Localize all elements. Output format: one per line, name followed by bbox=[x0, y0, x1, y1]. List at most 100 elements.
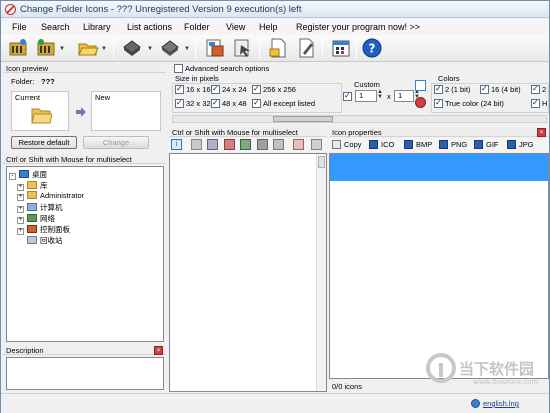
disk-icon bbox=[369, 140, 378, 149]
custom-size-checkbox[interactable] bbox=[343, 91, 354, 101]
size-32-checkbox[interactable]: 32 x 32 bbox=[175, 98, 211, 108]
tree-item[interactable]: 回收站 bbox=[27, 235, 63, 246]
selected-icon-row[interactable] bbox=[330, 154, 548, 181]
remove-icon[interactable] bbox=[224, 139, 235, 150]
info-icon[interactable]: i bbox=[171, 139, 182, 150]
drive-icon[interactable] bbox=[121, 37, 143, 59]
save-png-button[interactable]: PNG bbox=[439, 140, 467, 149]
clear-icon[interactable] bbox=[293, 139, 304, 150]
expand-icon[interactable]: + bbox=[17, 184, 24, 191]
current-label: Current bbox=[15, 93, 41, 102]
size-24-checkbox[interactable]: 24 x 24 bbox=[211, 84, 247, 94]
chevron-down-icon[interactable]: ▼ bbox=[59, 46, 65, 52]
restore-default-button[interactable]: Restore default bbox=[11, 136, 77, 149]
advanced-search-checkbox[interactable]: Advanced search options bbox=[174, 64, 269, 73]
move-down-icon[interactable] bbox=[240, 139, 251, 150]
tree-item[interactable]: + 库 bbox=[17, 180, 48, 191]
globe-icon bbox=[471, 399, 480, 408]
high-color-checkbox[interactable]: H bbox=[531, 98, 547, 108]
color-256-checkbox[interactable]: 2 bbox=[531, 84, 546, 94]
recycle-bin-icon bbox=[27, 236, 37, 244]
close-icon[interactable]: × bbox=[537, 128, 546, 137]
menu-help[interactable]: Help bbox=[259, 22, 278, 32]
disk-icon bbox=[404, 140, 413, 149]
computer-icon bbox=[27, 203, 37, 211]
scan-folders-icon[interactable] bbox=[7, 37, 29, 59]
drive-options-icon[interactable] bbox=[159, 37, 181, 59]
edit-icon[interactable] bbox=[295, 37, 317, 59]
save-gif-button[interactable]: GIF bbox=[474, 140, 499, 149]
color-16-checkbox[interactable]: 16 (4 bit) bbox=[480, 84, 521, 94]
horizontal-scrollbar[interactable] bbox=[172, 115, 547, 123]
menu-list-actions[interactable]: List actions bbox=[127, 22, 172, 32]
chevron-down-icon[interactable]: ▼ bbox=[184, 46, 190, 52]
library-icon bbox=[27, 181, 37, 189]
chevron-down-icon[interactable]: ▼ bbox=[101, 46, 107, 52]
new-document-icon[interactable] bbox=[267, 37, 289, 59]
chevron-down-icon[interactable]: ▼ bbox=[147, 46, 153, 52]
remove-all-icon[interactable] bbox=[311, 139, 322, 150]
scrollbar-thumb[interactable] bbox=[318, 156, 325, 168]
language-link[interactable]: english.lng bbox=[483, 399, 519, 408]
color-2-checkbox[interactable]: 2 (1 bit) bbox=[434, 84, 470, 94]
menu-view[interactable]: View bbox=[226, 22, 245, 32]
disk-icon bbox=[507, 140, 516, 149]
scrollbar-thumb[interactable] bbox=[273, 116, 333, 122]
menu-folder[interactable]: Folder bbox=[184, 22, 210, 32]
sort-icon[interactable] bbox=[257, 139, 268, 150]
description-header: Description bbox=[3, 345, 166, 355]
change-button[interactable]: Change bbox=[83, 136, 149, 149]
menu-search[interactable]: Search bbox=[41, 22, 70, 32]
menu-file[interactable]: File bbox=[12, 22, 27, 32]
custom-width-spinner[interactable]: 1 bbox=[355, 90, 377, 102]
size-256-checkbox[interactable]: 256 x 256 bbox=[252, 84, 296, 94]
expand-icon[interactable]: + bbox=[17, 228, 24, 235]
tree-item[interactable]: + Administrator bbox=[17, 191, 84, 201]
tree-item[interactable]: + 网络 bbox=[17, 213, 55, 224]
colors-label: Colors bbox=[438, 74, 460, 83]
icon-list[interactable] bbox=[169, 153, 327, 392]
tree-item[interactable]: + 控制面板 bbox=[17, 224, 70, 235]
new-icon-box[interactable]: New bbox=[91, 91, 161, 131]
expand-icon[interactable]: + bbox=[17, 194, 24, 201]
export-icon[interactable] bbox=[273, 139, 284, 150]
remove-icon[interactable] bbox=[415, 97, 426, 108]
tree-item-label: 控制面板 bbox=[40, 225, 70, 234]
disk-icon bbox=[474, 140, 483, 149]
all-except-listed-checkbox[interactable]: All except listed bbox=[252, 98, 315, 108]
help-icon[interactable]: ? bbox=[361, 37, 383, 59]
open-folder-icon[interactable] bbox=[77, 37, 99, 59]
tree-item[interactable]: + 计算机 bbox=[17, 202, 63, 213]
custom-height-spinner[interactable]: 1 bbox=[394, 90, 414, 102]
watermark-url: www.downxia.com bbox=[473, 378, 539, 386]
delete-icon[interactable] bbox=[191, 139, 202, 150]
list-icon[interactable] bbox=[207, 139, 218, 150]
toolbar-separator bbox=[322, 38, 323, 58]
save-jpg-button[interactable]: JPG bbox=[507, 140, 534, 149]
calendar-icon[interactable] bbox=[330, 37, 352, 59]
grid-view-icon[interactable] bbox=[415, 80, 426, 91]
description-text[interactable] bbox=[6, 357, 164, 390]
icon-properties-view[interactable] bbox=[329, 153, 549, 379]
scan-folders-options-icon[interactable] bbox=[35, 37, 57, 59]
copy-button[interactable]: Copy bbox=[332, 140, 362, 149]
toolbar-separator bbox=[195, 38, 196, 58]
true-color-checkbox[interactable]: True color (24 bit) bbox=[434, 98, 504, 108]
tree-item[interactable]: - 桌面 bbox=[9, 169, 47, 180]
menu-register[interactable]: Register your program now! >> bbox=[296, 22, 420, 32]
vertical-scrollbar[interactable] bbox=[316, 154, 326, 391]
spinner-arrows-icon[interactable]: ▲▼ bbox=[377, 89, 383, 100]
tree-item-label: Administrator bbox=[40, 191, 85, 200]
apply-icon-icon[interactable] bbox=[204, 37, 226, 59]
collapse-icon[interactable]: - bbox=[9, 173, 16, 180]
restore-icon-icon[interactable] bbox=[232, 37, 254, 59]
expand-icon[interactable]: + bbox=[17, 217, 24, 224]
size-48-checkbox[interactable]: 48 x 48 bbox=[211, 98, 247, 108]
size-16-checkbox[interactable]: 16 x 16 bbox=[175, 84, 211, 94]
save-bmp-button[interactable]: BMP bbox=[404, 140, 432, 149]
folder-tree[interactable]: - 桌面 + 库 + Administrator + 计算机 + 网络 + 控制面板 回收站 bbox=[6, 166, 164, 342]
close-icon[interactable]: × bbox=[154, 346, 163, 355]
save-ico-button[interactable]: ICO bbox=[369, 140, 394, 149]
expand-icon[interactable]: + bbox=[17, 206, 24, 213]
menu-library[interactable]: Library bbox=[83, 22, 111, 32]
